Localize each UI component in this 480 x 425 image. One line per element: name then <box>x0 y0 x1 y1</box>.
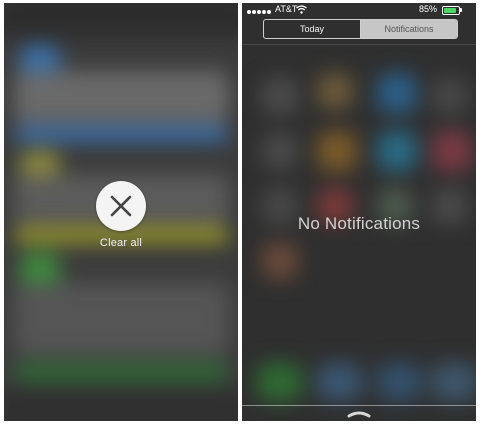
clear-all-control: Clear all <box>4 181 238 249</box>
battery-tip <box>460 8 462 12</box>
tab-notifications[interactable]: Notifications <box>361 20 457 38</box>
left-screen: Clear all <box>4 3 238 421</box>
grabber-chevron-icon[interactable] <box>346 409 372 419</box>
right-screen: AT&T 85% Today Notifications No Notifica… <box>242 3 476 421</box>
blurred-home-screen <box>242 3 476 421</box>
close-x-icon <box>110 195 132 217</box>
battery-level <box>444 8 456 13</box>
clear-all-label: Clear all <box>99 237 143 249</box>
tab-today[interactable]: Today <box>264 20 361 38</box>
header-divider <box>242 44 476 45</box>
signal-dots-icon <box>247 6 272 16</box>
clear-all-button[interactable] <box>96 181 146 231</box>
battery-percentage: 85% <box>419 4 438 14</box>
battery-icon <box>442 6 460 15</box>
bottom-divider <box>242 405 476 406</box>
carrier-name: AT&T <box>275 4 298 14</box>
view-segmented-control: Today Notifications <box>263 19 458 39</box>
empty-state-message: No Notifications <box>297 214 421 233</box>
wifi-icon <box>296 5 307 14</box>
status-bar: AT&T 85% <box>242 3 476 17</box>
